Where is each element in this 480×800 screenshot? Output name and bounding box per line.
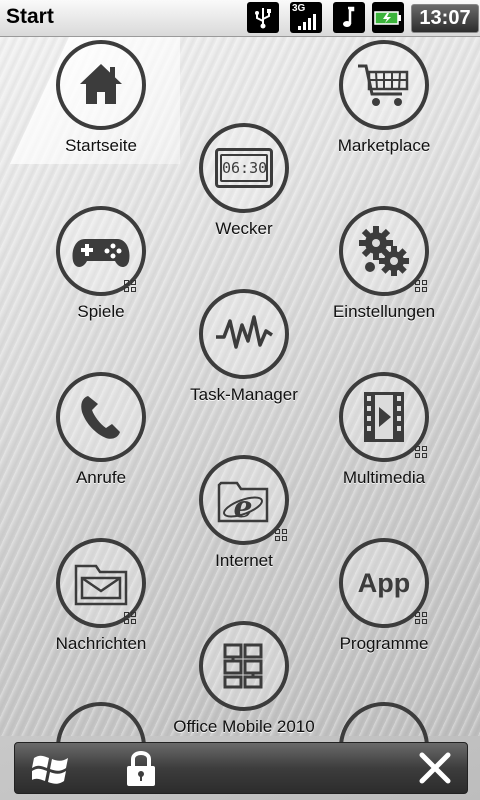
windows-start-icon[interactable] [21,743,81,793]
lock-icon[interactable] [111,743,171,793]
usb-icon [247,2,279,33]
tile-label: Office Mobile 2010 [173,717,315,736]
more-options-icon [415,612,427,624]
office-icon [199,621,289,711]
clock-display: 06:30 [215,148,273,188]
home-icon [56,40,146,130]
app-icon-text: App [357,567,411,598]
activity-wave-icon [199,289,289,379]
bottom-bar [14,742,468,794]
alarm-clock-icon: 06:30 [199,123,289,213]
status-bar: Start 3G 13:07 [0,0,480,37]
more-options-icon [124,280,136,292]
battery-charging-icon [372,2,404,33]
shopping-cart-icon [339,40,429,130]
network-label: 3G [292,3,306,14]
phone-icon [56,372,146,462]
more-options-icon [275,529,287,541]
clock-display-text: 06:30 [220,154,268,182]
svg-text:e: e [233,490,252,525]
clock: 13:07 [411,4,479,33]
more-options-icon [124,612,136,624]
tile-office-mobile[interactable]: Office Mobile 2010 [159,621,329,751]
more-options-icon [415,280,427,292]
music-note-icon [333,2,365,33]
close-icon[interactable] [405,743,465,793]
more-options-icon [415,446,427,458]
signal-3g-icon: 3G [290,2,322,33]
page-title: Start [6,5,54,28]
